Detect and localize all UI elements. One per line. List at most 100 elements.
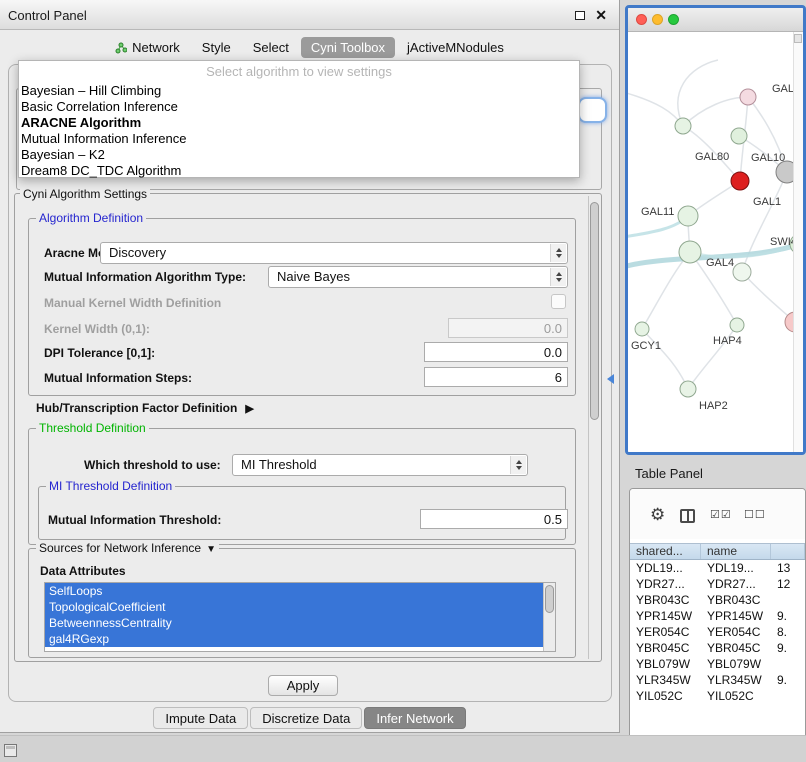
cell[interactable]: 12 — [771, 576, 805, 592]
column-header[interactable]: name — [701, 544, 771, 559]
minimize-traffic-light-icon[interactable] — [652, 14, 663, 25]
cell[interactable]: YER054C — [701, 624, 771, 640]
cell[interactable]: 9. — [771, 672, 805, 688]
dropdown-item[interactable]: Mutual Information Inference — [19, 131, 579, 147]
cell[interactable]: 8. — [771, 624, 805, 640]
list-scrollbar-thumb[interactable] — [545, 585, 554, 613]
dropdown-item[interactable]: Bayesian – K2 — [19, 147, 579, 163]
table-row[interactable]: YPR145WYPR145W9. — [630, 608, 805, 624]
cell[interactable]: YBR045C — [701, 640, 771, 656]
gear-icon[interactable]: ⚙ — [650, 505, 665, 525]
tab-impute-data[interactable]: Impute Data — [153, 707, 248, 729]
aracne-mode-select[interactable]: Discovery — [100, 242, 568, 264]
mi-algorithm-type-select[interactable]: Naive Bayes — [268, 266, 568, 288]
tab-style[interactable]: Style — [192, 37, 241, 58]
mi-threshold-input[interactable] — [420, 509, 568, 529]
table-row[interactable]: YER054CYER054C8. — [630, 624, 805, 640]
close-icon[interactable]: ✕ — [595, 7, 607, 24]
cell[interactable]: YDR27... — [630, 576, 701, 592]
list-item[interactable]: gal4RGexp — [45, 631, 544, 647]
dropdown-item[interactable]: Basic Correlation Inference — [19, 99, 579, 115]
table-row[interactable]: YLR345WYLR345W9. — [630, 672, 805, 688]
column-header[interactable]: shared... — [630, 544, 701, 559]
network-scrollbar[interactable] — [793, 32, 803, 452]
cell[interactable] — [771, 592, 805, 608]
cell[interactable]: 9. — [771, 640, 805, 656]
table-row[interactable]: YBR043CYBR043C — [630, 592, 805, 608]
hub-section-toggle[interactable]: Hub/Transcription Factor Definition▶ — [36, 401, 254, 415]
which-threshold-select[interactable]: MI Threshold — [232, 454, 528, 476]
tab-infer-network[interactable]: Infer Network — [364, 707, 465, 729]
cell[interactable]: YER054C — [630, 624, 701, 640]
cell[interactable]: YDL19... — [630, 560, 701, 576]
table-row[interactable]: YBL079WYBL079W — [630, 656, 805, 672]
network-canvas[interactable]: GAL8 GAL80 GAL10 GAL11 GAL1 SWI4 GAL4 GC… — [628, 32, 803, 452]
mi-steps-input[interactable] — [424, 367, 568, 387]
network-node[interactable] — [740, 89, 756, 105]
columns-icon[interactable] — [680, 509, 695, 523]
list-scrollbar[interactable] — [543, 583, 555, 651]
select-all-checkboxes-icon[interactable]: ☑☑ — [710, 508, 732, 521]
table-row[interactable]: YIL052CYIL052C — [630, 688, 805, 704]
tab-select[interactable]: Select — [243, 37, 299, 58]
cell[interactable]: YBR045C — [630, 640, 701, 656]
settings-scrollbar[interactable] — [588, 196, 600, 659]
cell[interactable]: YLR345W — [630, 672, 701, 688]
collapsed-disclosure-icon[interactable]: ▶ — [245, 402, 253, 415]
tab-discretize-data[interactable]: Discretize Data — [250, 707, 362, 729]
algorithm-combobox-fragment[interactable] — [578, 97, 607, 123]
panel-splitter-arrow[interactable] — [607, 374, 614, 384]
dropdown-item[interactable]: Dream8 DC_TDC Algorithm — [19, 163, 579, 179]
cell[interactable]: YIL052C — [630, 688, 701, 704]
network-node[interactable] — [680, 381, 696, 397]
dropdown-item[interactable]: Bayesian – Hill Climbing — [19, 83, 579, 99]
network-node[interactable] — [733, 263, 751, 281]
table-row[interactable]: YDR27...YDR27...12 — [630, 576, 805, 592]
deselect-all-checkboxes-icon[interactable]: ☐☐ — [744, 508, 766, 521]
kernel-width-input[interactable] — [448, 318, 568, 338]
cell[interactable]: YBR043C — [701, 592, 771, 608]
close-traffic-light-icon[interactable] — [636, 14, 647, 25]
dpi-tolerance-input[interactable] — [424, 342, 568, 362]
cell[interactable]: YPR145W — [630, 608, 701, 624]
cell[interactable]: YLR345W — [701, 672, 771, 688]
manual-kernel-width-checkbox[interactable] — [551, 294, 566, 309]
cell[interactable]: YBL079W — [701, 656, 771, 672]
dropdown-item-selected[interactable]: ARACNE Algorithm — [19, 115, 579, 131]
cell[interactable]: YDR27... — [701, 576, 771, 592]
settings-scrollbar-thumb[interactable] — [590, 202, 599, 420]
network-node[interactable] — [679, 241, 701, 263]
cell[interactable] — [771, 688, 805, 704]
cell[interactable]: YPR145W — [701, 608, 771, 624]
tab-jactivemnodules[interactable]: jActiveMNodules — [397, 37, 514, 58]
network-scrollbar-thumb[interactable] — [794, 34, 802, 43]
cell[interactable]: YBR043C — [630, 592, 701, 608]
column-header[interactable] — [771, 544, 805, 559]
list-item[interactable]: SelfLoops — [45, 583, 544, 599]
tab-network[interactable]: Network — [105, 37, 190, 58]
cell[interactable]: YDL19... — [701, 560, 771, 576]
network-window-titlebar[interactable] — [628, 8, 803, 32]
table-row[interactable]: YBR045CYBR045C9. — [630, 640, 805, 656]
zoom-traffic-light-icon[interactable] — [668, 14, 679, 25]
list-item[interactable]: TopologicalCoefficient — [45, 599, 544, 615]
network-node[interactable] — [635, 322, 649, 336]
list-item[interactable]: BetweennessCentrality — [45, 615, 544, 631]
network-node[interactable] — [675, 118, 691, 134]
restore-panel-icon[interactable] — [4, 744, 17, 757]
network-node[interactable] — [731, 128, 747, 144]
tab-cyni-toolbox[interactable]: Cyni Toolbox — [301, 37, 395, 58]
cell[interactable]: 13 — [771, 560, 805, 576]
float-window-icon[interactable] — [575, 11, 585, 20]
sources-group-title[interactable]: Sources for Network Inference▼ — [36, 541, 219, 555]
cell[interactable]: YBL079W — [630, 656, 701, 672]
cell[interactable] — [771, 656, 805, 672]
cell[interactable]: 9. — [771, 608, 805, 624]
expanded-disclosure-icon[interactable]: ▼ — [206, 544, 216, 555]
apply-button[interactable]: Apply — [268, 675, 338, 696]
network-node-selected[interactable] — [731, 172, 749, 190]
cell[interactable]: YIL052C — [701, 688, 771, 704]
table-row[interactable]: YDL19...YDL19...13 — [630, 560, 805, 576]
network-node[interactable] — [678, 206, 698, 226]
network-node[interactable] — [730, 318, 744, 332]
